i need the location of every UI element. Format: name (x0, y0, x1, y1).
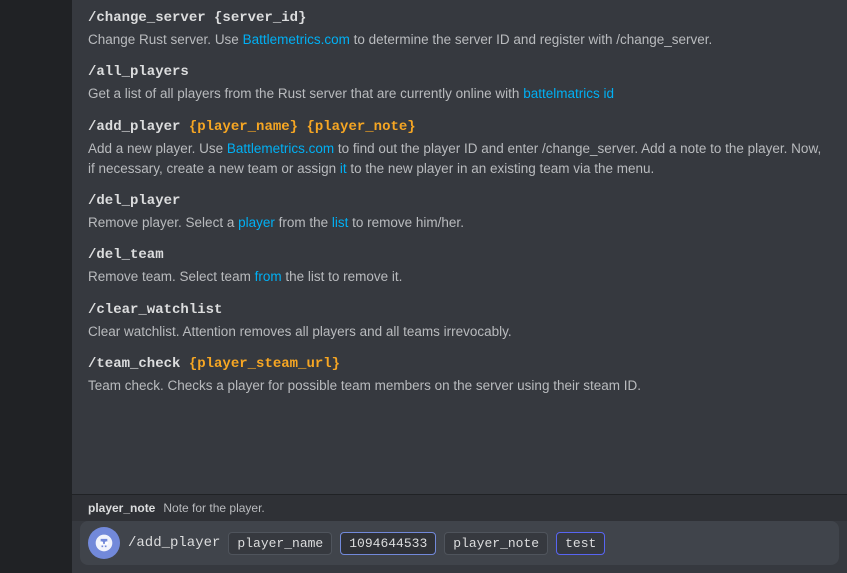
command-clear-watchlist-desc: Clear watchlist. Attention removes all p… (88, 322, 831, 342)
command-del-player: /del_player Remove player. Select a play… (88, 193, 831, 233)
command-del-player-desc: Remove player. Select a player from the … (88, 213, 831, 233)
command-del-team-title: /del_team (88, 247, 831, 263)
content-area: /change_server {server_id} Change Rust s… (72, 0, 847, 573)
command-team-check: /team_check {player_steam_url} Team chec… (88, 356, 831, 396)
status-bar: player_note Note for the player. (72, 494, 847, 521)
command-team-check-desc: Team check. Checks a player for possible… (88, 376, 831, 396)
command-add-player-desc: Add a new player. Use Battlemetrics.com … (88, 139, 831, 180)
status-label: player_note (88, 501, 155, 515)
player-name-value[interactable]: 1094644533 (340, 532, 436, 555)
command-add-player: /add_player {player_name} {player_note} … (88, 119, 831, 180)
command-clear-watchlist-title: /clear_watchlist (88, 302, 831, 318)
command-team-check-title: /team_check {player_steam_url} (88, 356, 831, 372)
bot-avatar (88, 527, 120, 559)
command-clear-watchlist: /clear_watchlist Clear watchlist. Attent… (88, 302, 831, 342)
player-note-token[interactable]: player_note (444, 532, 548, 555)
sidebar (0, 0, 72, 573)
status-desc: Note for the player. (163, 501, 264, 515)
messages-container[interactable]: /change_server {server_id} Change Rust s… (72, 0, 847, 494)
main-content: /change_server {server_id} Change Rust s… (0, 0, 847, 573)
command-change-server: /change_server {server_id} Change Rust s… (88, 10, 831, 50)
command-all-players: /all_players Get a list of all players f… (88, 64, 831, 104)
command-all-players-desc: Get a list of all players from the Rust … (88, 84, 831, 104)
input-area[interactable]: /add_player player_name 1094644533 playe… (80, 521, 839, 565)
command-prefix: /add_player (128, 535, 220, 551)
player-note-value[interactable]: test (556, 532, 605, 555)
command-add-player-title: /add_player {player_name} {player_note} (88, 119, 831, 135)
command-del-team: /del_team Remove team. Select team from … (88, 247, 831, 287)
command-change-server-title: /change_server {server_id} (88, 10, 831, 26)
player-name-token[interactable]: player_name (228, 532, 332, 555)
command-change-server-desc: Change Rust server. Use Battlemetrics.co… (88, 30, 831, 50)
command-del-team-desc: Remove team. Select team from the list t… (88, 267, 831, 287)
command-del-player-title: /del_player (88, 193, 831, 209)
command-all-players-title: /all_players (88, 64, 831, 80)
